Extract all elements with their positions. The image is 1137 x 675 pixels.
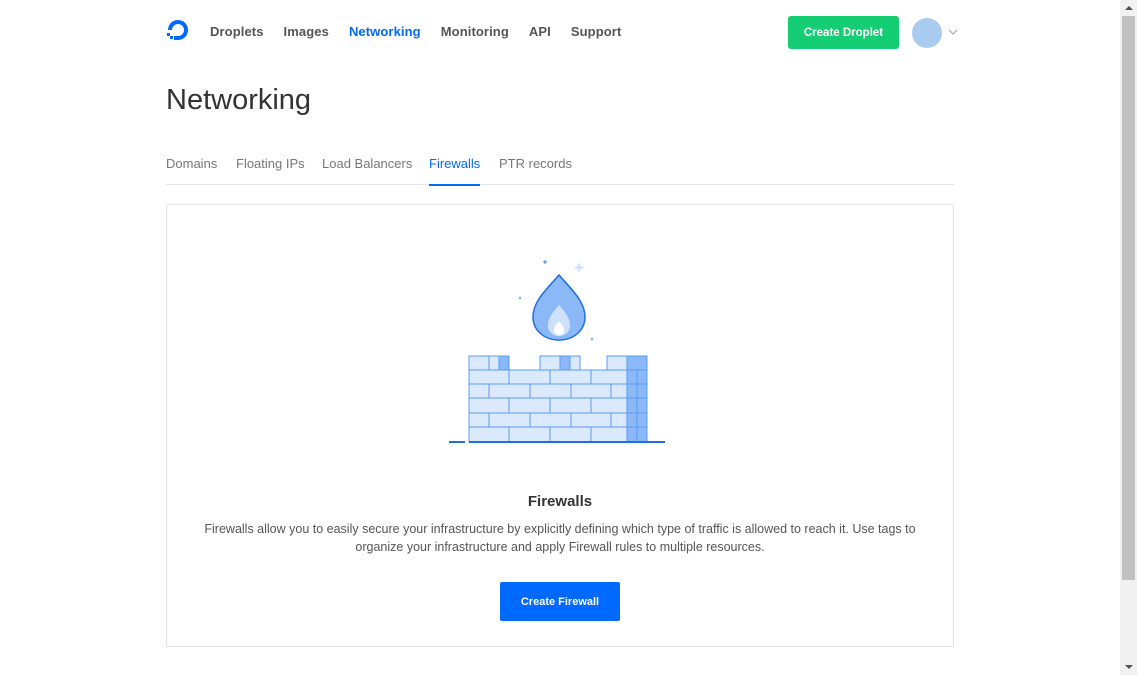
empty-state-description: Firewalls allow you to easily secure you… — [204, 522, 916, 554]
networking-tabs: Domains Floating IPs Load Balancers Fire… — [166, 150, 954, 186]
tab-ptr-records[interactable]: PTR records — [499, 156, 572, 184]
avatar[interactable] — [912, 18, 942, 48]
nav-networking[interactable]: Networking — [349, 24, 421, 39]
create-firewall-button[interactable]: Create Firewall — [500, 582, 620, 621]
page: Droplets Images Networking Monitoring AP… — [0, 0, 1137, 675]
tab-domains[interactable]: Domains — [166, 156, 217, 184]
top-nav: Droplets Images Networking Monitoring AP… — [0, 0, 1120, 64]
tab-firewalls[interactable]: Firewalls — [429, 156, 481, 186]
create-droplet-button[interactable]: Create Droplet — [788, 16, 899, 49]
firewalls-empty-state-card: Firewalls Firewalls allow you to easily … — [166, 204, 954, 647]
nav-support[interactable]: Support — [571, 24, 622, 39]
scroll-down-arrow-icon[interactable] — [1120, 659, 1137, 675]
digitalocean-logo-icon[interactable] — [165, 17, 191, 43]
page-scrollbar[interactable] — [1120, 0, 1137, 675]
tab-floating-ips[interactable]: Floating IPs — [236, 156, 305, 184]
scroll-up-arrow-icon[interactable] — [1120, 0, 1137, 16]
tab-load-balancers[interactable]: Load Balancers — [322, 156, 412, 184]
page-title: Networking — [166, 84, 312, 116]
main-nav: Droplets Images Networking Monitoring AP… — [210, 24, 641, 39]
nav-api[interactable]: API — [529, 24, 551, 39]
empty-state-title: Firewalls — [527, 493, 593, 510]
nav-images[interactable]: Images — [284, 24, 329, 39]
scrollbar-thumb[interactable] — [1122, 16, 1135, 580]
chevron-down-icon[interactable] — [948, 27, 958, 37]
nav-monitoring[interactable]: Monitoring — [441, 24, 509, 39]
nav-droplets[interactable]: Droplets — [210, 24, 264, 39]
firewall-illustration — [449, 260, 665, 443]
